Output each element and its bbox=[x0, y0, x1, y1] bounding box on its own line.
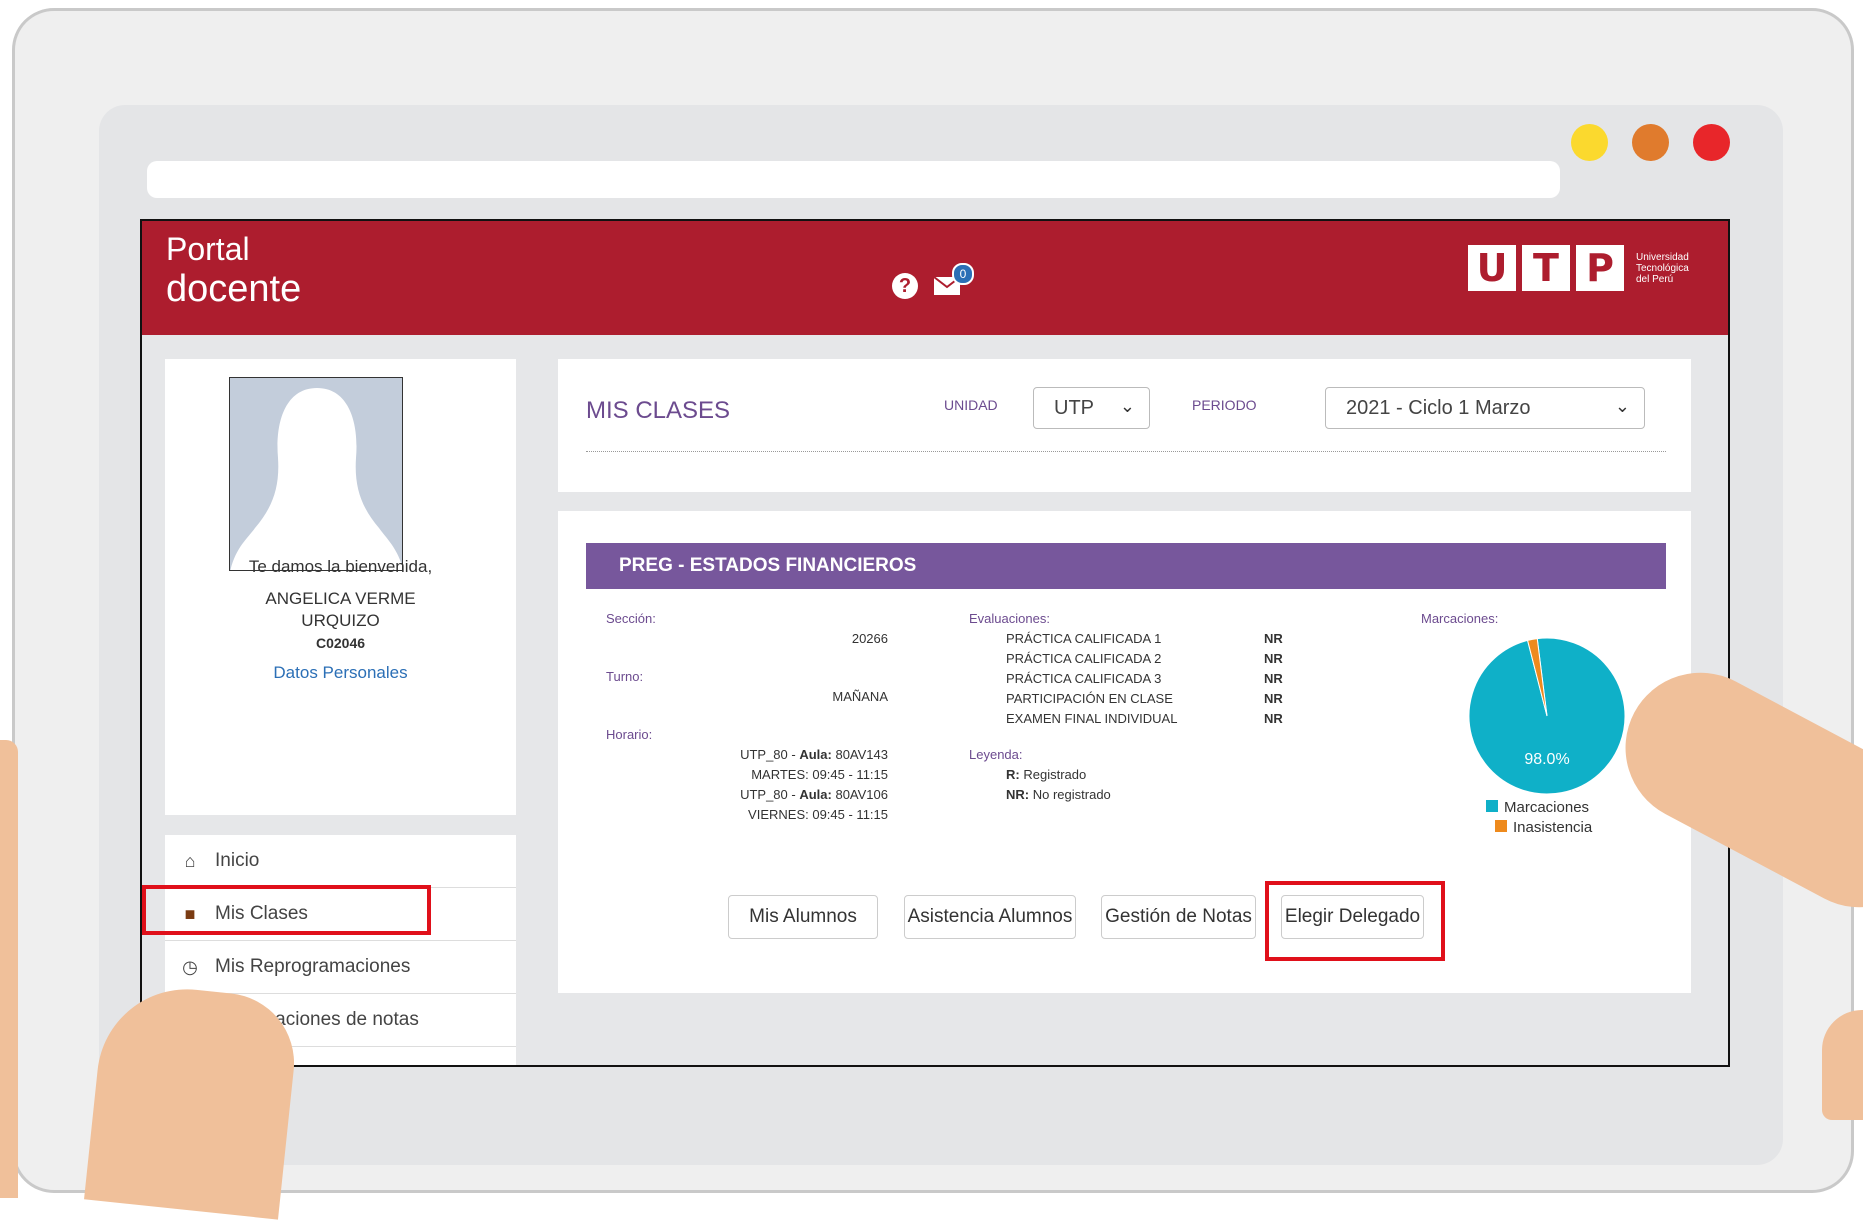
portal-screen: Portal docente ? 0 U T P Universidad Tec… bbox=[140, 219, 1730, 1067]
mail-count-badge: 0 bbox=[952, 263, 974, 285]
legend-label: Inasistencia bbox=[1513, 819, 1593, 836]
horario-campus: UTP_80 bbox=[740, 787, 788, 802]
sidebar-item-reprogramaciones[interactable]: ◷ Mis Reprogramaciones bbox=[165, 941, 516, 994]
turno-label: Turno: bbox=[606, 669, 644, 684]
gestion-notas-button[interactable]: Gestión de Notas bbox=[1101, 895, 1256, 939]
horario-campus: UTP_80 bbox=[740, 747, 788, 762]
leyenda-item: NR: No registrado bbox=[1006, 787, 1111, 802]
legend-item-marcaciones: Marcaciones bbox=[1486, 799, 1589, 816]
periodo-select[interactable]: 2021 - Ciclo 1 Marzo ⌄ bbox=[1325, 387, 1645, 429]
help-icon[interactable]: ? bbox=[892, 273, 918, 299]
page-title: MIS CLASES bbox=[586, 397, 731, 424]
evaluacion-name: PRÁCTICA CALIFICADA 1 bbox=[1006, 631, 1162, 646]
highlight-mis-clases bbox=[142, 885, 431, 935]
unidad-label: UNIDAD bbox=[944, 397, 998, 413]
leyenda-code: R: bbox=[1006, 767, 1020, 782]
sidebar-item-label: Mis Reprogramaciones bbox=[215, 956, 411, 977]
left-hand-edge bbox=[0, 740, 18, 1198]
leyenda-code: NR: bbox=[1006, 787, 1030, 802]
asistencia-alumnos-button[interactable]: Asistencia Alumnos bbox=[904, 895, 1076, 939]
aula-label: Aula: bbox=[799, 787, 832, 802]
aula-label: Aula: bbox=[799, 747, 832, 762]
right-hand-edge bbox=[1822, 1010, 1863, 1120]
avatar bbox=[229, 377, 403, 571]
evaluacion-status: NR bbox=[1264, 651, 1283, 666]
mail-icon[interactable]: 0 bbox=[932, 263, 974, 301]
horario-label: Horario: bbox=[606, 727, 653, 742]
unidad-value: UTP bbox=[1054, 396, 1094, 419]
user-code: C02046 bbox=[315, 635, 366, 651]
evaluacion-name: PRÁCTICA CALIFICADA 2 bbox=[1006, 651, 1162, 666]
aula-value: 80AV106 bbox=[835, 787, 888, 802]
personal-data-link[interactable]: Datos Personales bbox=[165, 663, 516, 683]
turno-value: MAÑANA bbox=[832, 689, 888, 704]
divider bbox=[586, 451, 1666, 452]
horario-time: MARTES: 09:45 - 11:15 bbox=[751, 767, 888, 782]
course-title: PREG - ESTADOS FINANCIEROS bbox=[586, 543, 1666, 589]
filters-card: MIS CLASES UNIDAD UTP ⌄ PERIODO 2021 - Ci… bbox=[558, 359, 1691, 492]
leyenda-text: No registrado bbox=[1032, 787, 1111, 802]
logo-sub-line-1: Universidad bbox=[1636, 251, 1689, 263]
window-dot-yellow[interactable] bbox=[1571, 124, 1608, 161]
window-dot-red[interactable] bbox=[1693, 124, 1730, 161]
evaluacion-status: NR bbox=[1264, 711, 1283, 726]
aula-value: 80AV143 bbox=[835, 747, 888, 762]
seccion-label: Sección: bbox=[606, 611, 656, 626]
seccion-value: 20266 bbox=[851, 631, 888, 646]
logo-sub-line-3: del Perú bbox=[1636, 273, 1674, 285]
evaluacion-status: NR bbox=[1264, 671, 1283, 686]
evaluacion-name: PRÁCTICA CALIFICADA 3 bbox=[1006, 671, 1162, 686]
evaluacion-name: PARTICIPACIÓN EN CLASE bbox=[1006, 691, 1173, 706]
legend-swatch bbox=[1495, 820, 1507, 832]
logo-sub-line-2: Tecnológica bbox=[1636, 262, 1689, 274]
tablet-frame: Portal docente ? 0 U T P Universidad Tec… bbox=[12, 8, 1854, 1193]
welcome-text: Te damos la bienvenida, bbox=[248, 557, 433, 576]
brand-line-1: Portal bbox=[166, 231, 250, 267]
evaluacion-status: NR bbox=[1264, 691, 1283, 706]
sidebar-item-inicio[interactable]: ⌂ Inicio bbox=[165, 835, 516, 888]
portal-header: Portal docente ? 0 U T P Universidad Tec… bbox=[142, 221, 1728, 335]
leyenda-label: Leyenda: bbox=[969, 747, 1023, 762]
chevron-down-icon: ⌄ bbox=[1614, 396, 1630, 416]
sidebar-item-label: Inicio bbox=[215, 850, 260, 871]
periodo-value: 2021 - Ciclo 1 Marzo bbox=[1346, 396, 1531, 419]
legend-swatch bbox=[1486, 800, 1498, 812]
periodo-label: PERIODO bbox=[1192, 397, 1257, 413]
address-bar[interactable] bbox=[147, 161, 1560, 198]
utp-logo: U T P Universidad Tecnológica del Perú bbox=[1468, 245, 1706, 291]
user-name-line-1: ANGELICA VERME bbox=[265, 589, 416, 608]
evaluaciones-label: Evaluaciones: bbox=[969, 611, 1050, 626]
profile-card: Te damos la bienvenida, ANGELICA VERME U… bbox=[165, 359, 516, 815]
window-dot-orange[interactable] bbox=[1632, 124, 1669, 161]
mis-alumnos-button[interactable]: Mis Alumnos bbox=[728, 895, 878, 939]
evaluacion-name: EXAMEN FINAL INDIVIDUAL bbox=[1006, 711, 1178, 726]
logo-letter-p: P bbox=[1576, 245, 1624, 291]
attendance-pie-chart: 98.0% bbox=[1468, 637, 1626, 795]
class-card: PREG - ESTADOS FINANCIEROS Sección: 2026… bbox=[558, 511, 1691, 993]
logo-subtitle: Universidad Tecnológica del Perú bbox=[1636, 252, 1706, 285]
horario-line: UTP_80 - Aula: 80AV143 bbox=[740, 747, 888, 762]
clock-icon: ◷ bbox=[182, 956, 198, 977]
home-icon: ⌂ bbox=[184, 850, 196, 871]
user-name-line-2: URQUIZO bbox=[301, 611, 380, 630]
brand-line-2: docente bbox=[166, 268, 302, 310]
chevron-down-icon: ⌄ bbox=[1119, 396, 1135, 416]
logo-letter-u: U bbox=[1468, 245, 1516, 291]
horario-line: UTP_80 - Aula: 80AV106 bbox=[740, 787, 888, 802]
unidad-select[interactable]: UTP ⌄ bbox=[1033, 387, 1150, 429]
horario-time: VIERNES: 09:45 - 11:15 bbox=[748, 807, 888, 822]
legend-item-inasistencia: Inasistencia bbox=[1495, 819, 1592, 836]
marcaciones-label: Marcaciones: bbox=[1421, 611, 1499, 626]
highlight-elegir-delegado bbox=[1265, 881, 1445, 961]
pie-data-label: 98.0% bbox=[1524, 751, 1569, 768]
leyenda-item: R: Registrado bbox=[1006, 767, 1086, 782]
portal-brand[interactable]: Portal docente bbox=[166, 229, 301, 309]
header-icons: ? 0 bbox=[892, 263, 974, 301]
legend-label: Marcaciones bbox=[1504, 799, 1590, 816]
evaluacion-status: NR bbox=[1264, 631, 1283, 646]
leyenda-text: Registrado bbox=[1023, 767, 1087, 782]
logo-letter-t: T bbox=[1522, 245, 1570, 291]
